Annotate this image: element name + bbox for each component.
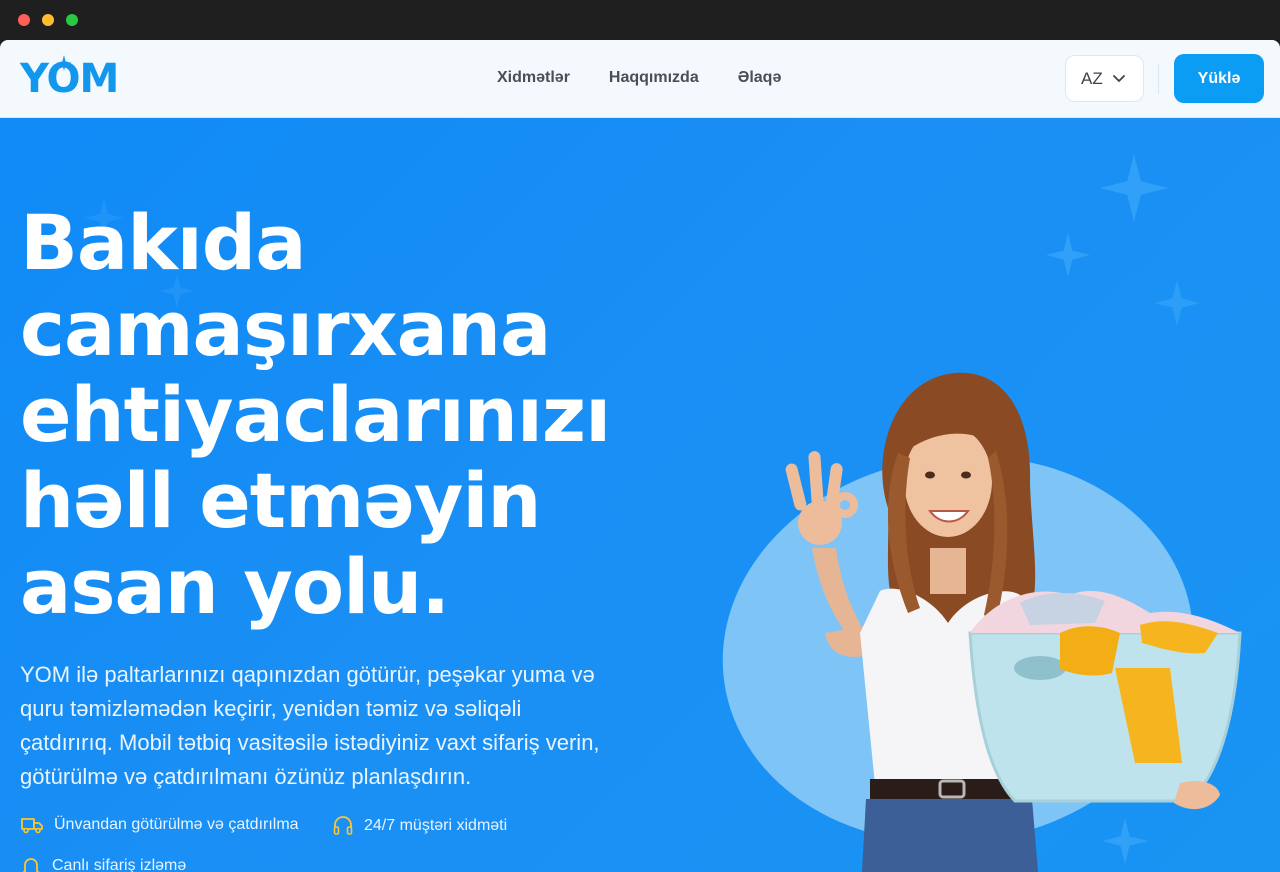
feature-item-tracking: Canlı sifariş izləmə	[20, 855, 186, 872]
feature-item-support: 24/7 müştəri xidməti	[332, 815, 507, 837]
language-value: AZ	[1081, 68, 1103, 88]
nav-link-services[interactable]: Xidmətlər	[497, 69, 570, 87]
web-page: YOM Xidmətlər Haqqımızda Əlaqə AZ Yüklə …	[0, 40, 1280, 872]
sparkle-icon	[1154, 280, 1200, 326]
nav-link-contact[interactable]: Əlaqə	[738, 69, 782, 87]
close-window-button[interactable]	[18, 14, 30, 26]
truck-icon	[21, 818, 43, 834]
hero-description: YOM ilə paltarlarınızı qapınızdan götürü…	[20, 662, 600, 789]
feature-label: Canlı sifariş izləmə	[52, 857, 187, 872]
hero-section: Bakıda camaşırxana ehtiyaclarınızı həll …	[0, 118, 1280, 872]
app-window: YOM Xidmətlər Haqqımızda Əlaqə AZ Yüklə …	[0, 0, 1280, 872]
download-button[interactable]: Yüklə	[1174, 54, 1264, 103]
language-selector[interactable]: AZ	[1065, 55, 1144, 102]
feature-label: 24/7 müştəri xidməti	[364, 817, 508, 834]
feature-label: Ünvandan götürülmə və çatdırılma	[54, 816, 299, 833]
sparkle-icon	[1100, 154, 1168, 222]
main-nav: Xidmətlər Haqqımızda Əlaqə	[497, 69, 781, 87]
logo-sparkle-icon	[56, 55, 72, 71]
hero-woman-laundry-image	[785, 372, 1242, 872]
minimize-window-button[interactable]	[42, 14, 54, 26]
bell-icon	[22, 858, 40, 872]
feature-item-pickup: Ünvandan götürülmə və çatdırılma	[20, 815, 299, 835]
navbar-divider	[1158, 64, 1159, 94]
window-titlebar	[0, 0, 1280, 40]
navbar: YOM Xidmətlər Haqqımızda Əlaqə AZ Yüklə	[0, 40, 1280, 118]
sparkle-icon	[1046, 233, 1090, 277]
hero-title: Bakıda camaşırxana ehtiyaclarınızı həll …	[20, 198, 611, 631]
maximize-window-button[interactable]	[66, 14, 78, 26]
chevron-down-icon	[1112, 74, 1125, 82]
headset-icon	[333, 816, 353, 835]
nav-link-about[interactable]: Haqqımızda	[609, 69, 699, 87]
yom-logo[interactable]: YOM	[20, 55, 119, 102]
